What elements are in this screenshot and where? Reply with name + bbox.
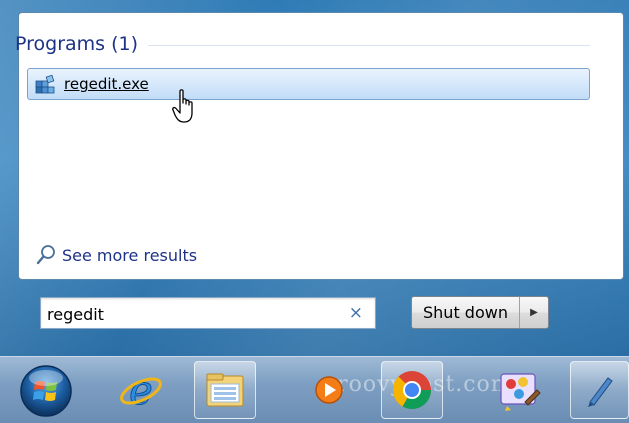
see-more-results-link[interactable]: See more results [36, 244, 197, 266]
shutdown-options-arrow-icon[interactable]: ▶ [520, 297, 548, 328]
internet-explorer-icon: e [120, 368, 162, 413]
section-divider [148, 44, 590, 46]
result-item-regedit[interactable]: regedit.exe [27, 68, 590, 100]
search-box[interactable]: × [40, 297, 376, 329]
result-label: regedit.exe [64, 75, 149, 93]
section-title: Programs (1) [15, 33, 139, 55]
shutdown-split-button: Shut down ▶ [411, 296, 549, 329]
folder-icon [206, 373, 244, 407]
taskbar-media-player[interactable] [298, 361, 360, 419]
taskbar: groovyPost.com e [0, 356, 629, 423]
hand-cursor-icon [172, 89, 193, 123]
see-more-label: See more results [62, 245, 198, 265]
search-icon [36, 245, 55, 265]
taskbar-internet-explorer[interactable]: e [110, 361, 172, 419]
pen-icon [587, 377, 613, 407]
windows-orb-icon[interactable] [18, 363, 74, 419]
programs-section-header: Programs (1) [15, 33, 590, 55]
media-player-icon [315, 376, 343, 404]
chrome-icon [392, 371, 432, 410]
paint-icon [500, 373, 541, 411]
svg-text:e: e [129, 368, 153, 413]
taskbar-windows-explorer[interactable] [194, 361, 256, 419]
shutdown-button[interactable]: Shut down [412, 297, 520, 328]
clear-search-icon[interactable]: × [349, 303, 363, 323]
registry-editor-icon [35, 74, 55, 94]
taskbar-paint-app[interactable] [488, 361, 550, 419]
start-menu: Programs (1) regedit.exe See more result… [0, 0, 629, 356]
taskbar-pen-app[interactable] [570, 361, 629, 419]
search-input[interactable] [47, 304, 337, 324]
taskbar-google-chrome[interactable] [381, 361, 443, 419]
